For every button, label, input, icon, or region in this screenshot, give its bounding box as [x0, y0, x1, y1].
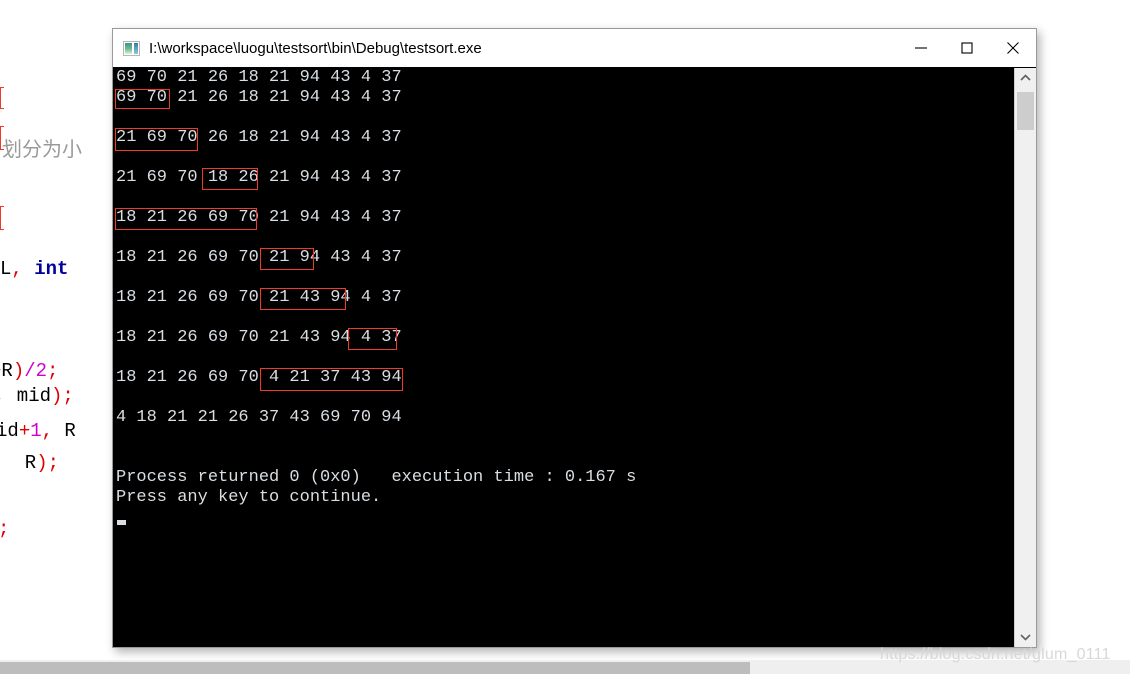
scroll-thumb[interactable]	[1017, 92, 1034, 130]
code-fragment-mid-calc: +R)/2;	[0, 360, 59, 382]
page-horizontal-scrollbar[interactable]	[0, 662, 750, 674]
minimize-button[interactable]	[898, 29, 944, 67]
console-line: 18 21 26 69 70 4 21 37 43 94	[116, 368, 402, 387]
chevron-up-icon	[1020, 74, 1031, 81]
annotation-edge-mark	[0, 206, 4, 230]
console-line: 21 69 70 18 26 21 94 43 4 37	[116, 168, 402, 187]
window-titlebar[interactable]: I:\workspace\luogu\testsort\bin\Debug\te…	[113, 29, 1036, 67]
console-line: 4 18 21 21 26 37 43 69 70 94	[116, 408, 402, 427]
scroll-up-arrow[interactable]	[1015, 68, 1036, 88]
chevron-down-icon	[1020, 634, 1031, 641]
maximize-button[interactable]	[944, 29, 990, 67]
console-line: 18 21 26 69 70 21 94 43 4 37	[116, 248, 402, 267]
console-line: 18 21 26 69 70 21 43 94 4 37	[116, 328, 402, 347]
console-line: 69 70 21 26 18 21 94 43 4 37	[116, 68, 402, 87]
close-button[interactable]	[990, 29, 1036, 67]
console-app-icon	[123, 40, 140, 56]
console-line: 21 69 70 26 18 21 94 43 4 37	[116, 128, 402, 147]
console-line: 18 21 26 69 70 21 94 43 4 37	[116, 208, 402, 227]
window-title: I:\workspace\luogu\testsort\bin\Debug\te…	[149, 39, 482, 57]
console-output[interactable]: 69 70 21 26 18 21 94 43 4 37 69 70 21 26…	[113, 68, 1014, 647]
press-any-key-line: Press any key to continue.	[116, 488, 382, 507]
code-fragment-signature: L, int	[0, 258, 69, 280]
watermark-text: https://blog.csdn.net/glum_0111	[880, 646, 1111, 663]
console-line: 18 21 26 69 70 21 43 94 4 37	[116, 288, 402, 307]
console-vertical-scrollbar[interactable]	[1014, 68, 1036, 647]
console-body[interactable]: 69 70 21 26 18 21 94 43 4 37 69 70 21 26…	[113, 67, 1036, 647]
console-window[interactable]: I:\workspace\luogu\testsort\bin\Debug\te…	[112, 28, 1037, 648]
code-fragment-semicolon: ;	[0, 518, 9, 540]
code-comment-chinese: 划分为小	[2, 137, 82, 161]
window-controls[interactable]	[898, 29, 1036, 67]
code-fragment-recurse-left: , mid);	[0, 385, 74, 407]
process-returned-line: Process returned 0 (0x0) execution time …	[116, 468, 637, 487]
annotation-edge-mark	[0, 87, 4, 109]
scroll-down-arrow[interactable]	[1015, 627, 1036, 647]
code-fragment-recurse-right: id+1, R	[0, 420, 76, 442]
code-fragment-merge-call: R);	[2, 452, 60, 474]
annotation-edge-mark	[0, 126, 4, 150]
console-line: 69 70 21 26 18 21 94 43 4 37	[116, 88, 402, 107]
console-cursor	[117, 520, 126, 525]
